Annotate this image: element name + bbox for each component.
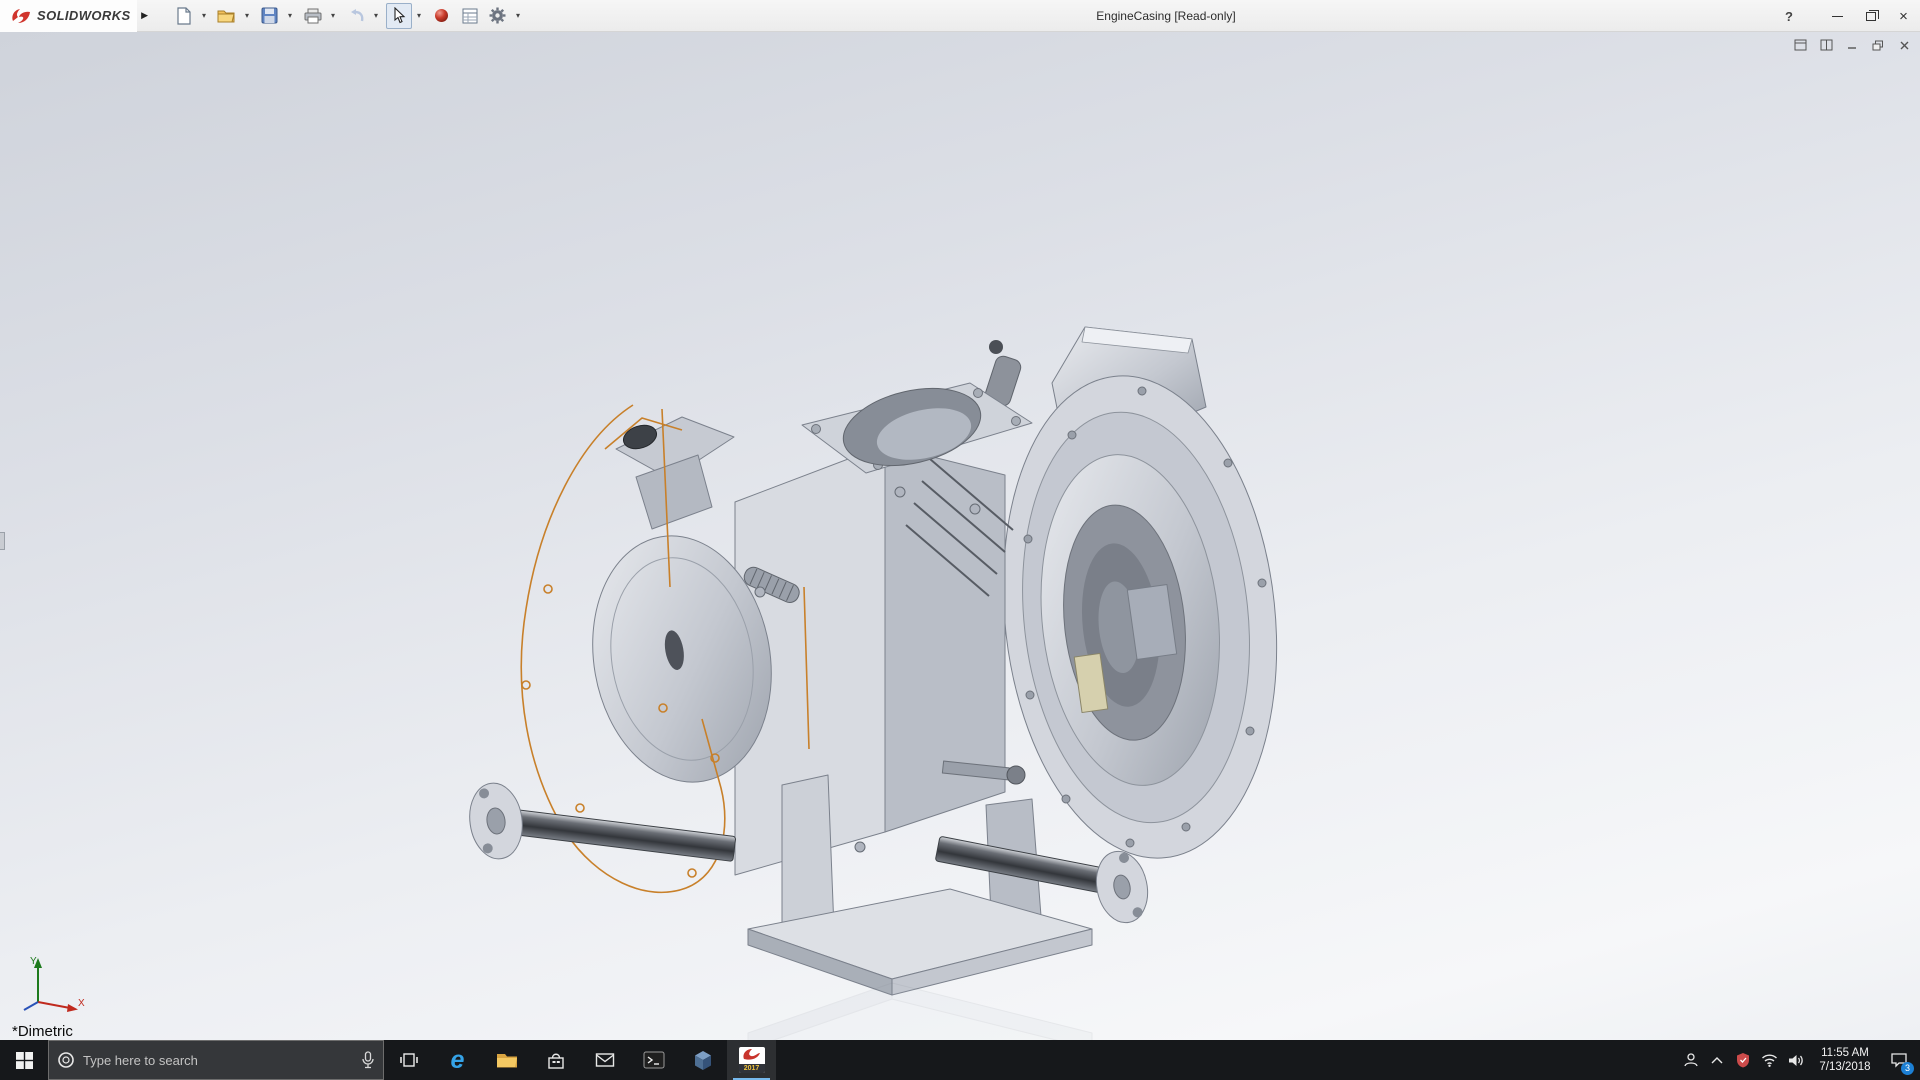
- taskbar-search[interactable]: [48, 1040, 384, 1080]
- restore-icon: [1866, 12, 1876, 21]
- new-document-icon: [176, 7, 192, 25]
- view-orientation-label: *Dimetric: [12, 1023, 73, 1040]
- window-controls: ? ×: [1771, 0, 1920, 32]
- taskbar-app-mail[interactable]: [580, 1040, 629, 1080]
- taskbar-app-task-view[interactable]: [384, 1040, 433, 1080]
- taskbar-app-console[interactable]: [629, 1040, 678, 1080]
- save-icon: [261, 7, 278, 24]
- select-cursor-icon: [392, 7, 406, 24]
- tray-people-button[interactable]: [1678, 1040, 1704, 1080]
- new-document-dropdown[interactable]: ▾: [199, 3, 210, 29]
- doc-close-icon: [1899, 40, 1910, 51]
- tray-date: 7/13/2018: [1812, 1060, 1878, 1074]
- search-input[interactable]: [83, 1053, 353, 1068]
- edge-icon: e: [451, 1048, 465, 1073]
- select-dropdown[interactable]: ▾: [414, 3, 425, 29]
- people-icon: [1683, 1052, 1699, 1068]
- doc-new-window-button[interactable]: [1790, 37, 1810, 53]
- solidworks-logo-text: SOLIDWORKS: [37, 8, 131, 23]
- taskbar-app-file-explorer[interactable]: [482, 1040, 531, 1080]
- system-tray: 11:55 AM 7/13/2018 3: [1678, 1040, 1920, 1080]
- print-dropdown[interactable]: ▾: [328, 3, 339, 29]
- action-center-button[interactable]: 3: [1882, 1040, 1916, 1080]
- console-icon: [643, 1051, 665, 1069]
- tray-volume-button[interactable]: [1782, 1040, 1808, 1080]
- doc-tile-button[interactable]: [1816, 37, 1836, 53]
- tray-time: 11:55 AM: [1812, 1046, 1878, 1060]
- select-button[interactable]: [386, 3, 412, 29]
- doc-minimize-icon: [1847, 40, 1858, 50]
- print-button[interactable]: [300, 3, 326, 29]
- undo-icon: [347, 8, 365, 23]
- volume-icon: [1787, 1053, 1804, 1068]
- solidworks-logo: SOLIDWORKS: [0, 0, 137, 32]
- doc-restore-button[interactable]: [1868, 37, 1888, 53]
- print-icon: [304, 8, 322, 24]
- close-button[interactable]: ×: [1887, 0, 1920, 32]
- document-title: EngineCasing [Read-only]: [1096, 0, 1235, 32]
- cortana-icon: [57, 1051, 75, 1069]
- new-document-button[interactable]: [171, 3, 197, 29]
- new-window-icon: [1794, 39, 1807, 51]
- windows-taskbar: e: [0, 1040, 1920, 1080]
- solidworks-year-label: 2017: [739, 1064, 765, 1073]
- toolbar-expand-button[interactable]: ▶: [137, 5, 153, 27]
- graphics-viewport[interactable]: Y X *Dimetric: [0, 32, 1920, 1040]
- tray-clock[interactable]: 11:55 AM 7/13/2018: [1808, 1046, 1882, 1074]
- taskbar-app-store[interactable]: [531, 1040, 580, 1080]
- open-dropdown[interactable]: ▾: [242, 3, 253, 29]
- tile-window-icon: [1820, 39, 1833, 51]
- options-button[interactable]: [485, 3, 511, 29]
- doc-close-button[interactable]: [1894, 37, 1914, 53]
- tray-show-hidden-button[interactable]: [1704, 1040, 1730, 1080]
- file-explorer-icon: [496, 1051, 518, 1069]
- cad-viewer-cube-icon: [693, 1050, 713, 1071]
- taskbar-app-cad-viewer[interactable]: [678, 1040, 727, 1080]
- network-wifi-icon: [1761, 1053, 1778, 1067]
- orientation-triad: Y X: [16, 952, 88, 1016]
- doc-restore-icon: [1872, 40, 1884, 51]
- solidworks-taskbar-icon: 2017: [739, 1047, 765, 1073]
- tray-network-button[interactable]: [1756, 1040, 1782, 1080]
- panel-splitter-handle[interactable]: [0, 532, 5, 550]
- options-dropdown[interactable]: ▾: [513, 3, 524, 29]
- taskbar-app-solidworks[interactable]: 2017: [727, 1040, 776, 1080]
- minimize-button[interactable]: [1821, 0, 1854, 32]
- chevron-up-icon: [1710, 1055, 1724, 1065]
- properties-sheet-icon: [462, 8, 478, 24]
- open-folder-icon: [217, 8, 236, 24]
- store-icon: [546, 1051, 566, 1070]
- engine-casing-model: [430, 287, 1290, 1040]
- tray-security-button[interactable]: [1730, 1040, 1756, 1080]
- quick-access-toolbar: ▾ ▾ ▾ ▾: [171, 0, 526, 32]
- microphone-icon[interactable]: [361, 1051, 375, 1069]
- doc-minimize-button[interactable]: [1842, 37, 1862, 53]
- taskbar-app-edge[interactable]: e: [433, 1040, 482, 1080]
- security-shield-icon: [1736, 1052, 1750, 1068]
- solidworks-swoosh-icon: [739, 1047, 765, 1064]
- save-dropdown[interactable]: ▾: [285, 3, 296, 29]
- custom-properties-button[interactable]: [457, 3, 483, 29]
- start-button[interactable]: [0, 1040, 48, 1080]
- document-window-controls: [1790, 37, 1914, 53]
- undo-button[interactable]: [343, 3, 369, 29]
- solidworks-logo-icon: [10, 7, 32, 25]
- triad-x-label: X: [78, 998, 85, 1009]
- minimize-icon: [1832, 16, 1843, 17]
- undo-dropdown[interactable]: ▾: [371, 3, 382, 29]
- help-button[interactable]: ?: [1771, 0, 1807, 32]
- windows-logo-icon: [16, 1052, 33, 1069]
- task-view-icon: [399, 1051, 419, 1069]
- triad-y-label: Y: [30, 956, 37, 967]
- restore-button[interactable]: [1854, 0, 1887, 32]
- notification-badge: 3: [1901, 1062, 1914, 1075]
- mail-icon: [595, 1052, 615, 1068]
- save-button[interactable]: [257, 3, 283, 29]
- appearances-button[interactable]: [429, 3, 455, 29]
- appearance-sphere-icon: [434, 8, 449, 23]
- open-button[interactable]: [214, 3, 240, 29]
- gear-icon: [489, 7, 506, 24]
- title-bar: SOLIDWORKS ▶ ▾ ▾ ▾: [0, 0, 1920, 32]
- close-icon: ×: [1899, 9, 1908, 24]
